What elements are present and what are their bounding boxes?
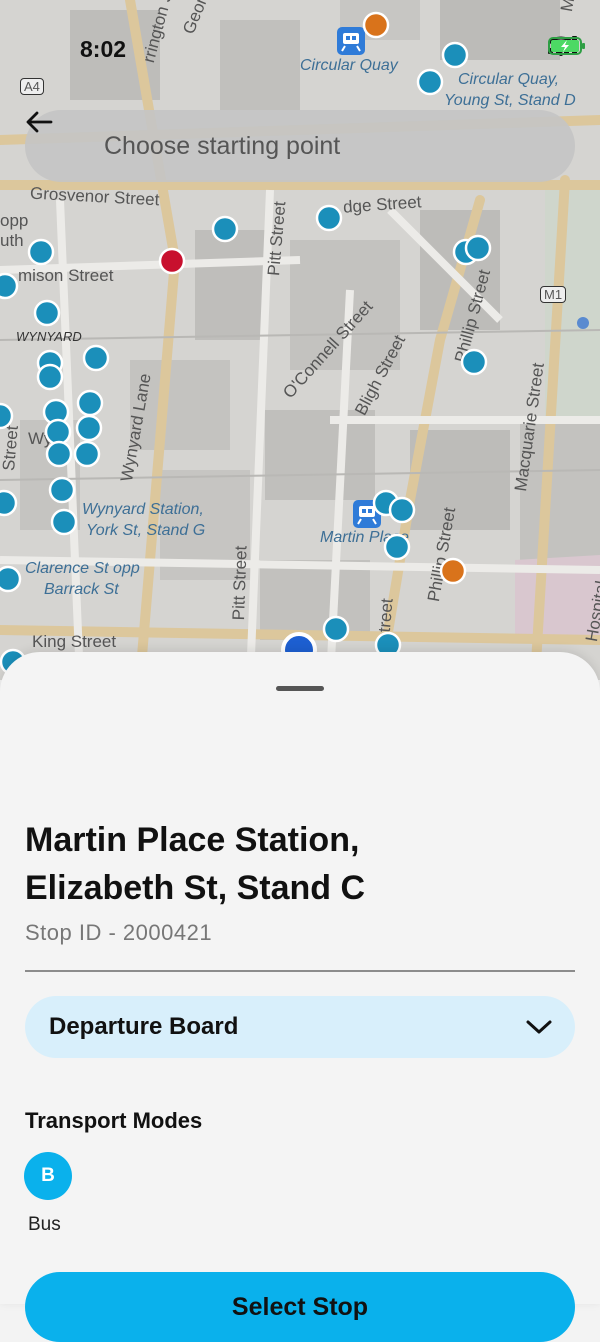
street-label-pitt-south: Pitt Street xyxy=(229,545,251,621)
stop-title-line-2: Elizabeth St, Stand C xyxy=(25,869,366,907)
poi-label-clarence-2: Barrack St xyxy=(44,581,119,598)
poi-label-martin-place: Martin Place xyxy=(320,529,409,546)
poi-label-wynyard-station-2: York St, Stand G xyxy=(86,522,206,539)
street-label-opp: opp xyxy=(0,211,29,230)
street-label-king: King Street xyxy=(32,632,117,651)
departure-board-dropdown[interactable]: Departure Board xyxy=(25,996,575,1058)
status-time: 8:02 xyxy=(80,36,127,62)
select-stop-button[interactable]: Select Stop xyxy=(25,1272,575,1342)
street-label-uth: uth xyxy=(0,231,24,250)
divider xyxy=(25,970,575,972)
poi-label-wynyard: WYNYARD xyxy=(16,329,82,344)
bus-mode-label: Bus xyxy=(28,1214,61,1235)
stop-title: Martin Place Station, Elizabeth St, Stan… xyxy=(25,816,575,912)
train-station-icon[interactable] xyxy=(337,27,365,55)
stop-details-sheet: Martin Place Station, Elizabeth St, Stan… xyxy=(0,652,600,1342)
transport-modes-title: Transport Modes xyxy=(25,1108,203,1133)
stop-id: Stop ID - 2000421 xyxy=(25,920,213,945)
poi-label-circular-quay-stand-2: Young St, Stand D xyxy=(444,92,576,109)
street-label-jamison: mison Street xyxy=(18,266,114,285)
starting-point-input[interactable] xyxy=(102,130,546,162)
street-label-wy: Wy xyxy=(28,429,53,448)
street-label-left: Street xyxy=(0,424,22,472)
poi-label-wynyard-station-1: Wynyard Station, xyxy=(82,501,204,518)
street-label-castlereagh: street xyxy=(374,597,397,642)
back-button[interactable] xyxy=(26,111,85,166)
road-shield-a4: A4 xyxy=(20,78,44,95)
poi-label-clarence-1: Clarence St opp xyxy=(25,560,140,577)
sheet-drag-handle[interactable] xyxy=(276,686,324,691)
map-view[interactable]: A4 M1 Grosvenor Street dge Street mison … xyxy=(0,0,600,680)
chevron-down-icon xyxy=(525,1018,553,1036)
train-station-icon[interactable] xyxy=(353,500,381,528)
starting-point-search-bar[interactable] xyxy=(25,110,575,182)
battery-charging-icon xyxy=(548,37,585,55)
poi-label-circular-quay-stand-1: Circular Quay, xyxy=(458,71,560,88)
road-shield-m1: M1 xyxy=(540,286,567,303)
arrow-left-icon xyxy=(26,111,53,133)
poi-label-circular-quay: Circular Quay xyxy=(300,57,398,74)
bus-mode-badge: B xyxy=(24,1152,72,1200)
stop-title-line-1: Martin Place Station, xyxy=(25,821,360,859)
departure-board-label: Departure Board xyxy=(49,1013,239,1040)
